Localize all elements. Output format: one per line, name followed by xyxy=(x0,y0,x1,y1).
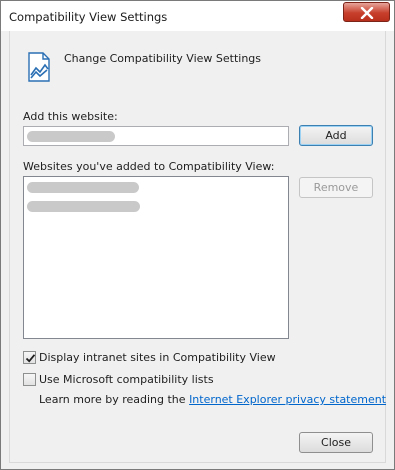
compatibility-view-icon xyxy=(26,51,52,86)
dialog-window: Compatibility View Settings Change Compa… xyxy=(0,0,395,470)
header-text: Change Compatibility View Settings xyxy=(64,52,262,65)
use-ms-lists-label[interactable]: Use Microsoft compatibility lists xyxy=(39,373,214,386)
privacy-statement-link[interactable]: Internet Explorer privacy statement xyxy=(189,393,386,406)
window-title: Compatibility View Settings xyxy=(9,10,168,24)
close-button[interactable]: Close xyxy=(299,432,373,453)
add-website-input[interactable] xyxy=(23,126,289,146)
redacted-url xyxy=(27,131,115,142)
redacted-site-2[interactable] xyxy=(27,201,140,212)
title-bar[interactable]: Compatibility View Settings xyxy=(1,1,394,31)
close-x-icon xyxy=(360,7,374,19)
add-button[interactable]: Add xyxy=(299,125,373,146)
checkmark-icon xyxy=(25,354,36,363)
redacted-site-1[interactable] xyxy=(27,182,139,193)
display-intranet-label[interactable]: Display intranet sites in Compatibility … xyxy=(39,351,276,364)
websites-listbox[interactable] xyxy=(23,176,289,339)
display-intranet-checkbox[interactable] xyxy=(23,351,36,364)
close-window-button[interactable] xyxy=(343,2,390,22)
learn-more-line: Learn more by reading the Internet Explo… xyxy=(39,393,386,406)
add-website-label: Add this website: xyxy=(23,110,118,123)
learn-more-text: Learn more by reading the xyxy=(39,393,186,406)
websites-list-label: Websites you've added to Compatibility V… xyxy=(23,160,275,173)
remove-button[interactable]: Remove xyxy=(299,177,373,198)
use-ms-lists-checkbox[interactable] xyxy=(23,373,36,386)
